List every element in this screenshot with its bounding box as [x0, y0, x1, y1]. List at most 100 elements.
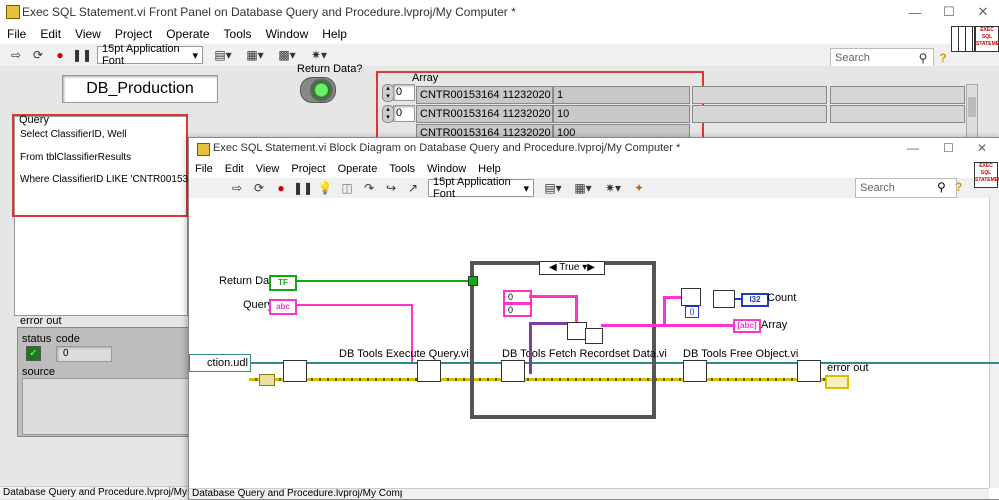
highlight-execution-icon[interactable]: 💡: [317, 180, 333, 196]
labview-app-icon: [6, 5, 20, 19]
query-terminal[interactable]: abc: [269, 299, 297, 315]
db-production-text: DB_Production: [86, 80, 194, 97]
count-terminal-text: I32: [749, 295, 761, 304]
array-cell-id-0[interactable]: CNTR00153164 11232020 134252..: [416, 86, 553, 104]
array-terminal[interactable]: [abc]: [733, 319, 761, 333]
udl-path-constant[interactable]: ction.udl: [189, 354, 251, 372]
array-cell-value-0[interactable]: 1: [553, 86, 690, 104]
count-terminal[interactable]: I32: [741, 293, 769, 307]
array-scrollbar[interactable]: [966, 84, 978, 138]
bd-menu-project[interactable]: Project: [285, 163, 331, 175]
query-line-1: Select ClassifierID, Well: [20, 129, 127, 140]
bd-menu-file[interactable]: File: [189, 163, 219, 175]
array-scrollbar-thumb[interactable]: [968, 97, 976, 117]
index-array-node[interactable]: [713, 290, 735, 308]
numeric-constant-c[interactable]: 0: [685, 306, 699, 318]
bd-close-icon[interactable]: ✕: [977, 141, 987, 155]
retain-wire-values-icon[interactable]: ◫: [339, 180, 355, 196]
array-branch-wire-h: [663, 296, 683, 299]
const-to-fetch-wire: [529, 295, 577, 298]
bd-run-arrow-icon[interactable]: ⇨: [229, 180, 245, 196]
bd-distribute-icon[interactable]: ▦▾: [571, 180, 595, 196]
bd-align-icon[interactable]: ▤▾: [541, 180, 565, 196]
array-index-2[interactable]: 0: [393, 105, 415, 122]
array-cell-id-1[interactable]: CNTR00153164 11232020 134252..: [416, 105, 553, 123]
run-arrow-icon[interactable]: ⇨: [8, 47, 24, 63]
db-open-connection-vi[interactable]: [283, 360, 307, 382]
run-continuous-icon[interactable]: ⟳: [30, 47, 46, 63]
numeric-constant-a[interactable]: 0: [503, 290, 532, 304]
menu-file[interactable]: File: [0, 27, 33, 41]
bd-menu-edit[interactable]: Edit: [219, 163, 250, 175]
bd-reorder-icon[interactable]: ✷▾: [601, 180, 625, 196]
bd-search-icon[interactable]: ⚲: [937, 180, 946, 194]
bd-abort-icon[interactable]: ●: [273, 180, 289, 196]
block-diagram-window: Exec SQL Statement.vi Block Diagram on D…: [188, 137, 999, 500]
bd-help-icon[interactable]: ?: [955, 180, 962, 194]
bd-pause-icon[interactable]: ❚❚: [293, 180, 313, 196]
numeric-constant-b[interactable]: 0: [503, 303, 532, 317]
db-production-string[interactable]: DB_Production: [62, 75, 218, 103]
pause-icon[interactable]: ❚❚: [72, 47, 92, 63]
minimize-icon[interactable]: —: [898, 0, 932, 24]
step-into-icon[interactable]: ↷: [361, 180, 377, 196]
bd-font-select[interactable]: 15pt Application Font ▾: [428, 176, 534, 200]
search-icon[interactable]: ⚲: [915, 50, 931, 66]
align-objects-icon[interactable]: ▤▾: [210, 47, 236, 63]
maximize-icon[interactable]: ☐: [932, 0, 966, 24]
bd-menu-window[interactable]: Window: [421, 163, 472, 175]
case-selector-value: True: [559, 262, 580, 273]
query-label: Query: [19, 114, 49, 126]
abort-icon[interactable]: ●: [52, 47, 68, 63]
menu-help[interactable]: Help: [315, 27, 354, 41]
fetch-recordset-label: DB Tools Fetch Recordset Data.vi: [502, 348, 667, 360]
bd-maximize-icon[interactable]: ☐: [943, 141, 954, 155]
variant-to-data-node-2[interactable]: [585, 328, 603, 344]
menu-operate[interactable]: Operate: [159, 27, 216, 41]
db-execute-query-vi[interactable]: [417, 360, 441, 382]
menu-project[interactable]: Project: [108, 27, 159, 41]
variant-to-data-node[interactable]: [567, 322, 587, 340]
vi-icon: EXEC SQL STATEMENT: [975, 26, 999, 52]
close-icon[interactable]: ✕: [966, 0, 999, 24]
return-data-terminal[interactable]: TF: [269, 275, 297, 291]
db-fetch-recordset-vi[interactable]: [501, 360, 525, 382]
resize-objects-icon[interactable]: ▩▾: [274, 47, 300, 63]
array-cell-extra-3: [830, 105, 965, 123]
bd-menu-tools[interactable]: Tools: [383, 163, 421, 175]
menu-edit[interactable]: Edit: [33, 27, 68, 41]
bd-menubar: File Edit View Project Operate Tools Win…: [189, 160, 999, 178]
error-out-terminal[interactable]: [825, 375, 849, 389]
error-in-constant: [259, 374, 275, 386]
clean-up-diagram-icon[interactable]: ✦: [631, 180, 647, 196]
bd-run-continuous-icon[interactable]: ⟳: [251, 180, 267, 196]
array-branch-wire: [663, 296, 666, 326]
array-cell-value-0-text: 1: [557, 89, 564, 101]
return-data-led[interactable]: [300, 77, 336, 103]
status-check-indicator: ✓: [26, 346, 41, 361]
distribute-objects-icon[interactable]: ▦▾: [242, 47, 268, 63]
step-over-icon[interactable]: ↪: [383, 180, 399, 196]
reorder-icon[interactable]: ✷▾: [306, 47, 332, 63]
bd-menu-help[interactable]: Help: [472, 163, 507, 175]
bd-minimize-icon[interactable]: —: [907, 141, 919, 155]
bd-menu-operate[interactable]: Operate: [332, 163, 384, 175]
case-selector[interactable]: ◀ True ▾▶: [539, 261, 605, 275]
array-size-node[interactable]: [681, 288, 701, 306]
array-index-1[interactable]: 0: [393, 84, 415, 101]
menu-view[interactable]: View: [68, 27, 108, 41]
db-free-object-vi[interactable]: [683, 360, 707, 382]
query-line-3: Where ClassifierID LIKE 'CNTR0015316%': [20, 174, 210, 185]
step-out-icon[interactable]: ↗: [405, 180, 421, 196]
font-select[interactable]: 15pt Application Font ▾: [97, 43, 203, 67]
bd-menu-view[interactable]: View: [250, 163, 286, 175]
array-cell-value-1[interactable]: 10: [553, 105, 690, 123]
menu-window[interactable]: Window: [259, 27, 316, 41]
menu-tools[interactable]: Tools: [217, 27, 259, 41]
code-value: 0: [63, 348, 69, 359]
help-icon[interactable]: ?: [935, 50, 951, 66]
bd-vi-icon: EXEC SQL STATEMENT: [974, 162, 999, 188]
window-title: Exec SQL Statement.vi Front Panel on Dat…: [22, 5, 516, 19]
bd-vertical-scrollbar[interactable]: [989, 198, 999, 488]
db-close-connection-vi[interactable]: [797, 360, 821, 382]
